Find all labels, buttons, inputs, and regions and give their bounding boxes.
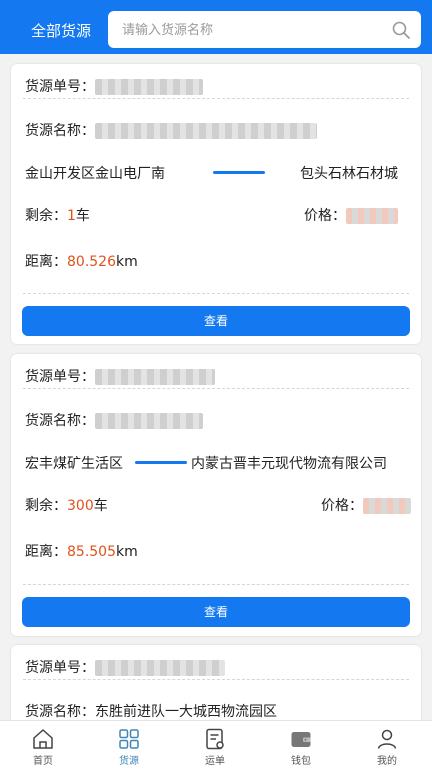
cargo-card: 货源单号： 货源名称： 宏丰煤矿生活区 内蒙古晋丰元现代物流有限公司 剩余：30…	[11, 354, 421, 636]
tab-wallet[interactable]: 钱包	[258, 721, 344, 769]
cargo-name-row: 货源名称：东胜前进队一大城西物流园区	[25, 701, 277, 721]
remaining-value: 300	[67, 498, 94, 514]
search-icon[interactable]	[391, 20, 411, 40]
distance-row: 距离：80.526km	[25, 251, 138, 271]
tab-label: 首页	[33, 756, 53, 767]
price-redacted	[363, 498, 411, 514]
divider	[23, 98, 409, 99]
cargo-name-label: 货源名称：	[25, 123, 95, 139]
distance-value: 85.505	[67, 544, 116, 560]
price-redacted	[346, 208, 398, 224]
header-title[interactable]: 全部货源	[31, 20, 91, 41]
cargo-name-redacted	[95, 123, 317, 139]
remaining-unit: 车	[93, 498, 108, 514]
order-number-row: 货源单号：	[25, 366, 215, 386]
remaining-row: 剩余：300车	[25, 495, 108, 515]
route-origin: 宏丰煤矿生活区	[25, 456, 123, 472]
document-icon	[206, 728, 224, 750]
cargo-name-label: 货源名称：	[25, 413, 95, 429]
order-number-label: 货源单号：	[25, 660, 95, 676]
tab-label: 货源	[119, 756, 139, 767]
order-number-row: 货源单号：	[25, 657, 225, 677]
grid-icon	[119, 729, 139, 749]
cargo-name-row: 货源名称：	[25, 120, 317, 140]
remaining-value: 1	[67, 208, 76, 224]
route-line	[213, 171, 265, 174]
order-number-label: 货源单号：	[25, 79, 95, 95]
distance-unit: km	[116, 544, 138, 560]
order-number-redacted	[95, 660, 225, 676]
price-row: 价格：	[304, 205, 398, 225]
order-number-redacted	[95, 369, 215, 385]
price-label: 价格：	[321, 498, 363, 514]
tab-waybill[interactable]: 运单	[172, 721, 258, 769]
divider	[23, 584, 409, 585]
order-number-label: 货源单号：	[25, 369, 95, 385]
divider	[23, 388, 409, 389]
distance-value: 80.526	[67, 254, 116, 270]
view-button[interactable]: 查看	[22, 306, 410, 336]
distance-label: 距离：	[25, 544, 67, 560]
price-row: 价格：	[321, 495, 411, 515]
route-origin: 金山开发区金山电厂南	[25, 166, 165, 182]
cargo-name-row: 货源名称：	[25, 410, 203, 430]
route-destination: 包头石林石材城	[300, 166, 398, 182]
divider	[23, 679, 409, 680]
divider	[23, 293, 409, 294]
price-label: 价格：	[304, 208, 346, 224]
distance-unit: km	[116, 254, 138, 270]
remaining-row: 剩余：1车	[25, 205, 90, 225]
tab-cargo[interactable]: 货源	[86, 721, 172, 769]
header: 全部货源	[0, 0, 432, 54]
route-destination: 内蒙古晋丰元现代物流有限公司	[191, 456, 387, 472]
home-icon	[33, 729, 53, 749]
remaining-label: 剩余：	[25, 208, 67, 224]
wallet-icon	[291, 732, 311, 747]
route-line	[135, 461, 187, 464]
view-button[interactable]: 查看	[22, 597, 410, 627]
tab-home[interactable]: 首页	[0, 721, 86, 769]
tab-bar: 首页 货源 运单 钱包 我的	[0, 720, 432, 769]
distance-label: 距离：	[25, 254, 67, 270]
distance-row: 距离：85.505km	[25, 541, 138, 561]
remaining-label: 剩余：	[25, 498, 67, 514]
cargo-card: 货源单号： 货源名称： 金山开发区金山电厂南 包头石林石材城 剩余：1车 价格：…	[11, 64, 421, 344]
tab-label: 钱包	[291, 756, 311, 767]
cargo-name-redacted	[95, 413, 203, 429]
search-box[interactable]	[108, 11, 421, 48]
remaining-unit: 车	[75, 208, 90, 224]
order-number-row: 货源单号：	[25, 76, 203, 96]
user-icon	[377, 729, 397, 749]
tab-mine[interactable]: 我的	[344, 721, 430, 769]
order-number-redacted	[95, 79, 203, 95]
cargo-name-value: 东胜前进队一大城西物流园区	[95, 704, 277, 720]
search-input[interactable]	[120, 19, 384, 41]
tab-label: 我的	[377, 756, 397, 767]
cargo-name-label: 货源名称：	[25, 704, 95, 720]
tab-label: 运单	[205, 756, 225, 767]
